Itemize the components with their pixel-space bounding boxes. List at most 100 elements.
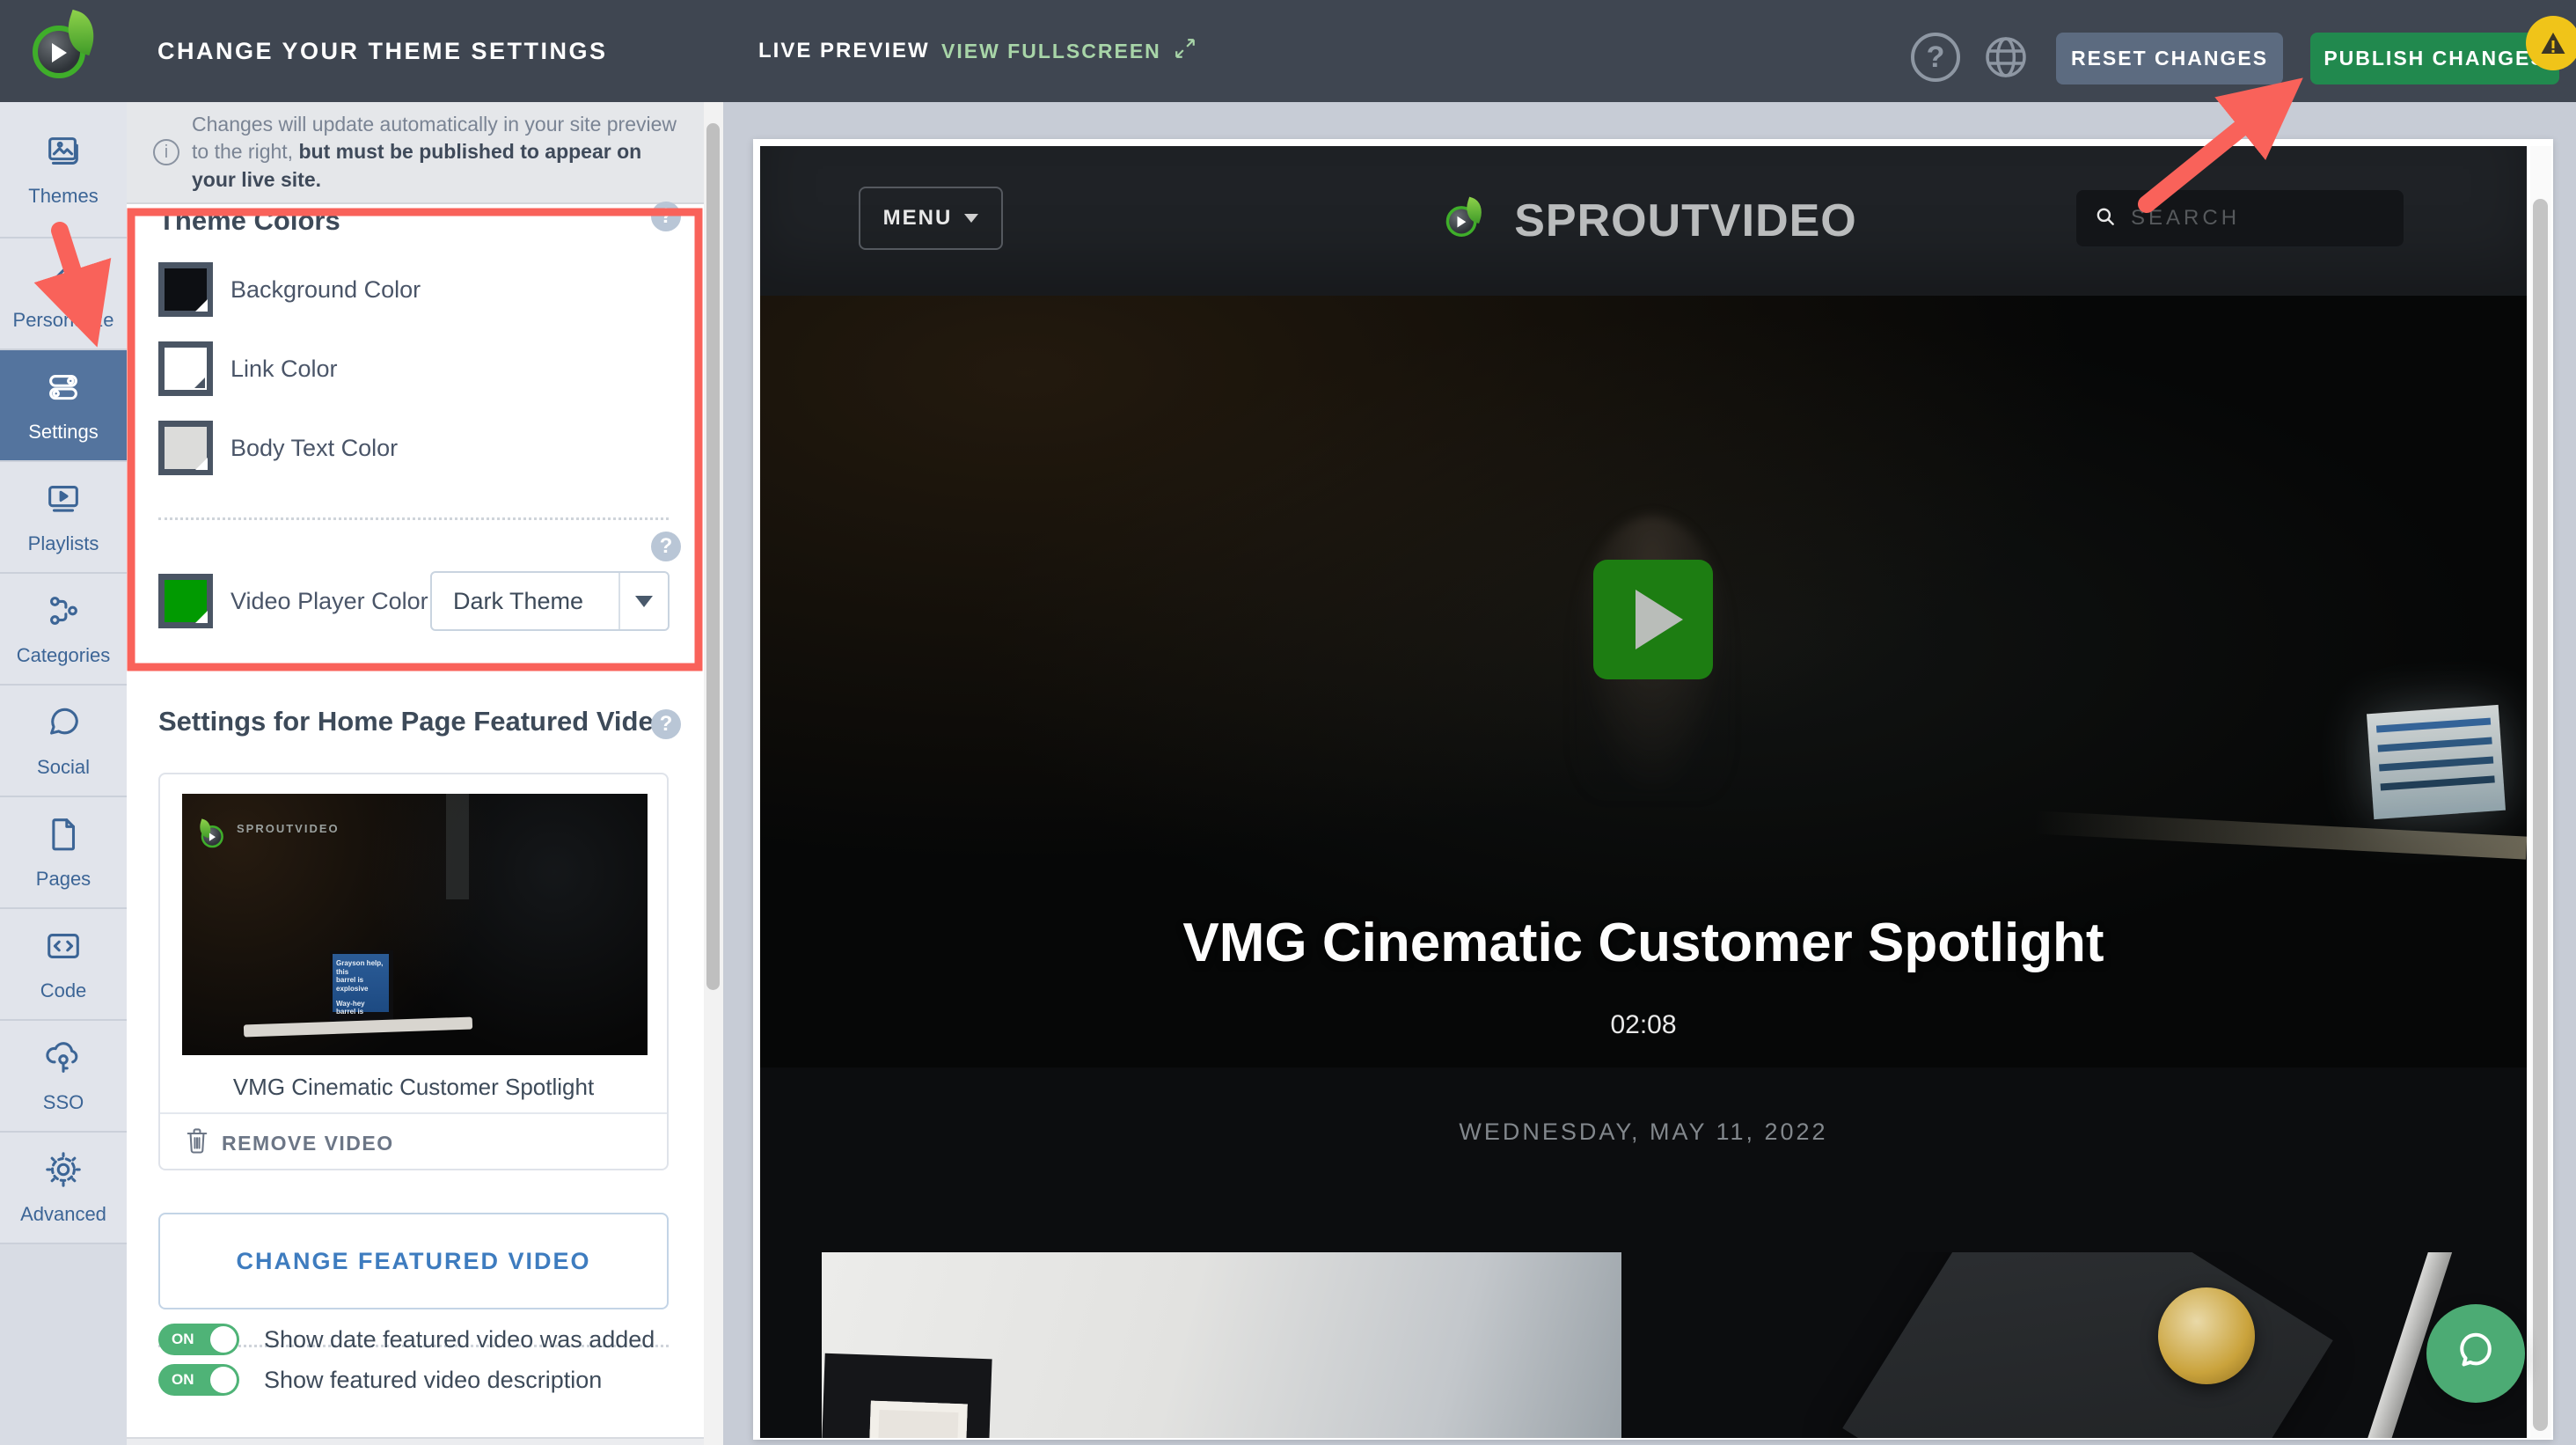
sidebar-label: Playlists — [28, 532, 99, 555]
sso-cloud-key-icon — [43, 1038, 84, 1082]
hero-bright-monitor — [2367, 705, 2506, 819]
site-preview: VMG Cinematic Customer Spotlight 02:08 S… — [760, 146, 2527, 1438]
theme-colors-title: Theme Colors — [158, 205, 340, 237]
section-divider — [158, 517, 669, 520]
code-icon — [43, 926, 84, 971]
trash-icon — [185, 1126, 209, 1160]
card-divider — [160, 1112, 667, 1114]
player-theme-dropdown[interactable]: Dark Theme — [430, 571, 670, 631]
dropdown-caret-zone — [618, 573, 668, 629]
view-fullscreen-label: VIEW FULLSCREEN — [941, 40, 1161, 63]
sidebar-item-categories[interactable]: Categories — [0, 574, 127, 686]
featured-video-card: SPROUTVIDEO Grayson help, thisbarrel is … — [158, 773, 669, 1170]
chevron-down-icon — [964, 214, 978, 223]
globe-icon[interactable] — [1981, 33, 2031, 82]
thumbnail-monitor: Grayson help, thisbarrel is explosive Wa… — [330, 950, 393, 1024]
remove-video-button[interactable]: REMOVE VIDEO — [185, 1126, 394, 1160]
site-brand-text: SPROUTVIDEO — [1514, 194, 1857, 247]
sidebar-item-sso[interactable]: SSO — [0, 1021, 127, 1133]
search-input[interactable] — [2131, 206, 2404, 231]
show-description-toggle[interactable]: ON — [158, 1364, 239, 1396]
menu-label: MENU — [883, 206, 953, 231]
expand-icon — [1174, 37, 1197, 65]
body-text-color-swatch[interactable] — [158, 421, 213, 475]
view-fullscreen-link[interactable]: VIEW FULLSCREEN — [941, 0, 1197, 102]
sidebar-item-themes[interactable]: Themes — [0, 102, 127, 238]
thumbnail-watermark: SPROUTVIDEO — [200, 813, 340, 843]
app-window: CHANGE YOUR THEME SETTINGS LIVE PREVIEW … — [0, 0, 2576, 1445]
sidebar-item-advanced[interactable]: Advanced — [0, 1133, 127, 1244]
themes-icon — [43, 131, 84, 176]
featured-date-line: WEDNESDAY, MAY 11, 2022 — [760, 1119, 2527, 1146]
video-player-color-swatch[interactable] — [158, 574, 213, 628]
info-banner: i Changes will update automatically in y… — [127, 102, 704, 204]
featured-video-title: Settings for Home Page Featured Video — [158, 706, 670, 737]
sproutvideo-logo-icon — [29, 17, 98, 85]
app-logo[interactable] — [0, 0, 127, 102]
show-date-toggle[interactable]: ON — [158, 1324, 239, 1355]
sidebar-label: SSO — [43, 1091, 84, 1114]
theme-colors-help-icon[interactable]: ? — [651, 202, 681, 231]
thumbnail-picture-frame — [822, 1353, 992, 1438]
toggle-knob — [210, 1326, 237, 1353]
panel-scrollbar-thumb[interactable] — [706, 123, 720, 990]
change-featured-video-button[interactable]: CHANGE FEATURED VIDEO — [158, 1213, 669, 1309]
sidebar-item-playlists[interactable]: Playlists — [0, 462, 127, 574]
site-menu-button[interactable]: MENU — [859, 187, 1003, 250]
preview-scrollbar-thumb[interactable] — [2533, 199, 2548, 1431]
featured-video-thumbnail[interactable]: SPROUTVIDEO Grayson help, thisbarrel is … — [182, 794, 648, 1055]
categories-icon — [43, 590, 84, 635]
featured-video-help-icon[interactable]: ? — [651, 709, 681, 739]
video-grid-thumbnail-1[interactable] — [822, 1252, 1621, 1438]
featured-video-name: VMG Cinematic Customer Spotlight — [160, 1074, 667, 1101]
sidebar-item-code[interactable]: Code — [0, 909, 127, 1021]
site-brand-icon — [1445, 201, 1484, 240]
info-banner-text: Changes will update automatically in you… — [192, 111, 679, 193]
video-grid-thumbnail-2[interactable] — [1665, 1252, 2464, 1438]
sidebar-item-pages[interactable]: Pages — [0, 797, 127, 909]
hero-table-edge — [2034, 811, 2527, 859]
sidebar-label: Code — [40, 979, 87, 1002]
hero-play-button[interactable] — [1593, 560, 1713, 679]
sidebar-label: Social — [37, 756, 90, 779]
toggle-knob — [210, 1367, 237, 1393]
sidebar-item-social[interactable]: Social — [0, 686, 127, 797]
site-search-box[interactable] — [2076, 190, 2404, 246]
top-bar: CHANGE YOUR THEME SETTINGS LIVE PREVIEW … — [127, 0, 2576, 102]
sidebar-label: Themes — [28, 185, 98, 208]
hero-video-duration: 02:08 — [760, 1010, 2527, 1040]
info-icon: i — [153, 139, 179, 165]
publish-warning-badge — [2526, 16, 2576, 70]
advanced-gear-icon — [43, 1149, 84, 1194]
play-icon — [1636, 590, 1683, 649]
settings-toggles-icon — [43, 367, 84, 412]
site-preview-frame: VMG Cinematic Customer Spotlight 02:08 S… — [753, 139, 2553, 1440]
reset-changes-button[interactable]: RESET CHANGES — [2056, 33, 2283, 84]
link-color-label: Link Color — [231, 356, 338, 383]
video-player-color-label: Video Player Color — [231, 588, 428, 615]
site-header: SPROUTVIDEO MENU — [760, 146, 2527, 296]
video-player-help-icon[interactable]: ? — [651, 532, 681, 561]
player-theme-value: Dark Theme — [432, 588, 618, 615]
hero-video-area: VMG Cinematic Customer Spotlight 02:08 — [760, 296, 2527, 1067]
playlists-icon — [43, 479, 84, 524]
publish-changes-button[interactable]: PUBLISH CHANGES — [2310, 33, 2559, 84]
sidebar-item-personalize[interactable]: Personalize — [0, 238, 127, 350]
remove-video-label: REMOVE VIDEO — [222, 1132, 394, 1155]
sidebar-label: Advanced — [20, 1203, 106, 1226]
theme-settings-panel: i Changes will update automatically in y… — [127, 102, 723, 1445]
toggle-label: Show date featured video was added — [264, 1326, 655, 1353]
toggle-state-label: ON — [172, 1331, 194, 1348]
toggle-label: Show featured video description — [264, 1367, 602, 1394]
thumbnail-coin — [2158, 1287, 2255, 1384]
sidebar-item-settings[interactable]: Settings — [0, 350, 127, 462]
sidebar-label: Pages — [36, 868, 91, 891]
toggle-state-label: ON — [172, 1371, 194, 1389]
panel-scrollbar — [704, 102, 723, 1445]
link-color-swatch[interactable] — [158, 341, 213, 396]
chat-launcher-button[interactable] — [2426, 1304, 2525, 1403]
toggle-row-show-description: ON Show featured video description — [158, 1364, 602, 1396]
help-icon[interactable]: ? — [1911, 33, 1960, 82]
background-color-swatch[interactable] — [158, 262, 213, 317]
preview-scrollbar — [2530, 146, 2551, 1438]
